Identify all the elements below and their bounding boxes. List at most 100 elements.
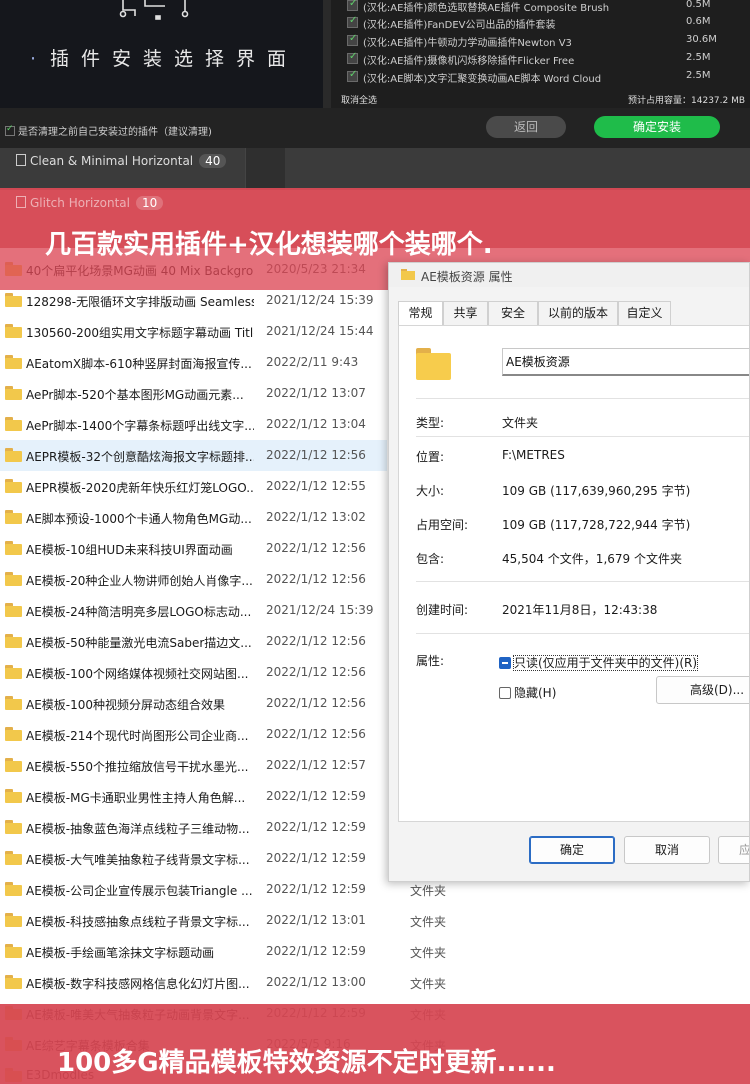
cleanup-checkbox[interactable]	[5, 124, 15, 136]
plugin-row[interactable]: (汉化:AE脚本)文字汇聚变换动画AE脚本 Word Cloud2.5M	[347, 68, 747, 86]
file-row[interactable]: AE模板-手绘画笔涂抹文字标题动画 2022/1/12 12:59 文件夹	[0, 936, 750, 967]
file-modified-date: 2022/1/12 13:00	[266, 975, 366, 989]
readonly-checkbox-box[interactable]	[499, 657, 511, 669]
folder-icon	[5, 603, 22, 617]
file-name: AE模板-科技感抽象点线粒子背景文字标...	[26, 915, 250, 929]
file-name: AE模板-MG卡通职业男性主持人角色解...	[26, 791, 246, 805]
back-button[interactable]: 返回	[486, 116, 566, 138]
preset-item: Glitch Horizontal 10	[16, 196, 164, 210]
file-name: AE模板-100种视频分屏动态组合效果	[26, 698, 226, 712]
tab-security[interactable]: 安全	[488, 301, 538, 325]
created-value: 2021年11月8日，12:43:38	[502, 603, 658, 617]
promo-headline-bottom: 100多G精品模板特效资源不定时更新......	[57, 1048, 556, 1078]
folder-icon	[5, 944, 22, 958]
tab-customize[interactable]: 自定义	[618, 301, 671, 325]
type-value: 文件夹	[502, 416, 539, 430]
plugin-checkbox[interactable]	[347, 33, 358, 46]
preset-item[interactable]: Clean & Minimal Horizontal 40	[16, 154, 227, 168]
divider	[416, 398, 749, 399]
tab-general[interactable]: 常规	[398, 301, 443, 326]
file-name: AE模板-手绘画笔涂抹文字标题动画	[26, 946, 215, 960]
folder-icon	[5, 386, 22, 400]
file-modified-date: 2022/1/12 13:04	[266, 417, 366, 431]
file-modified-date: 2021/12/24 15:39	[266, 293, 374, 307]
dialog-titlebar[interactable]: AE模板资源 属性	[389, 263, 749, 287]
file-row[interactable]: AE模板-科技感抽象点线粒子背景文字标... 2022/1/12 13:01 文件夹	[0, 905, 750, 936]
folder-icon	[5, 572, 22, 586]
file-name: AEPR模板-2020虎新年快乐红灯笼LOGO...	[26, 481, 254, 495]
file-type: 文件夹	[410, 946, 447, 960]
file-name: AEatomX脚本-610种竖屏封面海报宣传...	[26, 357, 252, 371]
file-type: 文件夹	[410, 977, 447, 991]
plugin-checkbox[interactable]	[347, 0, 358, 11]
divider	[416, 633, 749, 634]
folder-icon	[5, 882, 22, 896]
created-label: 创建时间:	[416, 603, 469, 617]
file-modified-date: 2022/1/12 12:59	[266, 944, 366, 958]
preset-count-badge: 40	[199, 154, 227, 168]
plugin-row[interactable]: (汉化:AE插件)牛顿动力学动画插件Newton V330.6M	[347, 32, 747, 50]
hidden-checkbox-box[interactable]	[499, 687, 511, 699]
file-modified-date: 2022/2/11 9:43	[266, 355, 359, 369]
folder-icon	[5, 355, 22, 369]
plugin-checkbox[interactable]	[347, 15, 358, 28]
preset-divider	[245, 148, 285, 190]
confirm-install-button[interactable]: 确定安装	[594, 116, 720, 138]
file-name: AE模板-100个网络媒体视频社交网站图...	[26, 667, 249, 681]
folder-name-input[interactable]	[502, 348, 749, 376]
ok-button[interactable]: 确定	[529, 836, 615, 864]
tab-sharing[interactable]: 共享	[443, 301, 488, 325]
folder-icon	[5, 293, 22, 307]
promo-headline-top: 几百款实用插件+汉化想装哪个装哪个.	[45, 230, 493, 260]
type-label: 类型:	[416, 416, 445, 430]
size-on-disk-value: 109 GB (117,728,722,944 字节)	[502, 518, 691, 532]
folder-icon	[5, 789, 22, 803]
file-modified-date: 2022/1/12 12:56	[266, 448, 366, 462]
file-modified-date: 2021/12/24 15:44	[266, 324, 374, 338]
file-row[interactable]: AE模板-数字科技感网格信息化幻灯片图... 2022/1/12 13:00 文件夹	[0, 967, 750, 998]
installer-footer: 是否清理之前自己安装过的插件（建议清理) 返回 确定安装	[0, 108, 750, 148]
plugin-row[interactable]: (汉化:AE插件)颜色选取替换AE插件 Composite Brush0.5M	[347, 0, 747, 15]
folder-icon	[5, 913, 22, 927]
estimated-capacity: 预计占用容量：14237.2 MB	[628, 96, 746, 106]
folder-icon	[5, 975, 22, 989]
advanced-button[interactable]: 高级(D)...	[656, 676, 749, 704]
file-name: AE模板-大气唯美抽象粒子线背景文字标...	[26, 853, 250, 867]
file-modified-date: 2022/1/12 12:55	[266, 479, 366, 493]
file-modified-date: 2022/1/12 12:59	[266, 851, 366, 865]
plugin-row[interactable]: (汉化:AE插件)FanDEV公司出品的插件套装0.6M	[347, 14, 747, 32]
file-name: 128298-无限循环文字排版动画 Seamless	[26, 295, 254, 309]
divider	[416, 581, 749, 582]
folder-icon	[5, 479, 22, 493]
file-name: 130560-200组实用文字标题字幕动画 Title	[26, 326, 254, 340]
file-name: AE模板-10组HUD未来科技UI界面动画	[26, 543, 233, 557]
file-modified-date: 2022/1/12 12:56	[266, 665, 366, 679]
file-modified-date: 2022/1/12 12:59	[266, 820, 366, 834]
dialog-title: AE模板资源 属性	[421, 270, 513, 284]
hidden-checkbox[interactable]: 隐藏(H)	[499, 684, 556, 701]
folder-icon	[5, 634, 22, 648]
size-value: 109 GB (117,639,960,295 字节)	[502, 484, 691, 498]
plugin-checkbox[interactable]	[347, 69, 358, 82]
file-modified-date: 2022/1/12 12:56	[266, 696, 366, 710]
folder-icon	[5, 541, 22, 555]
cleanup-option[interactable]: 是否清理之前自己安装过的插件（建议清理)	[5, 123, 212, 138]
folder-icon	[5, 665, 22, 679]
file-modified-date: 2021/12/24 15:39	[266, 603, 374, 617]
file-name: AE模板-抽象蓝色海洋点线粒子三维动物...	[26, 822, 250, 836]
file-modified-date: 2022/1/12 12:59	[266, 882, 366, 896]
file-name: AE脚本预设-1000个卡通人物角色MG动...	[26, 512, 252, 526]
cancel-button[interactable]: 取消	[624, 836, 710, 864]
cancel-all-link[interactable]: 取消全选	[341, 93, 377, 106]
apply-button[interactable]: 应	[718, 836, 749, 864]
file-modified-date: 2022/1/12 12:59	[266, 789, 366, 803]
plugin-checkbox[interactable]	[347, 51, 358, 64]
folder-icon	[416, 348, 451, 380]
file-modified-date: 2022/1/12 13:01	[266, 913, 366, 927]
tab-previous-versions[interactable]: 以前的版本	[538, 301, 618, 325]
plugin-row[interactable]: (汉化:AE插件)摄像机闪烁移除插件Flicker Free2.5M	[347, 50, 747, 68]
file-row[interactable]: AEPR模板-32个创意酷炫海报文字标题排... 2022/1/12 12:56	[0, 440, 387, 471]
file-name: AE模板-数字科技感网格信息化幻灯片图...	[26, 977, 250, 991]
folder-icon	[5, 851, 22, 865]
readonly-checkbox[interactable]: 只读(仅应用于文件夹中的文件)(R)	[499, 654, 699, 671]
